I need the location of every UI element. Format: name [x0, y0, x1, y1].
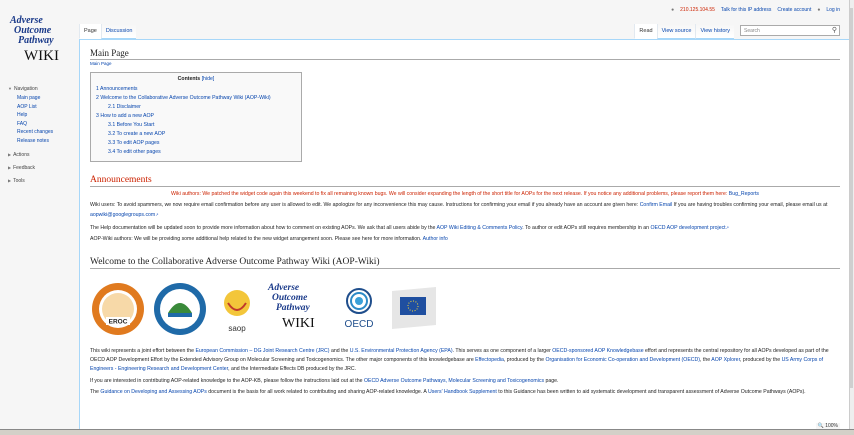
sidebar-item-help[interactable]: Help: [8, 111, 74, 120]
page-subtitle-link[interactable]: Main Page: [90, 61, 840, 66]
external-link-icon: ↗: [725, 224, 729, 230]
eu-logo[interactable]: [388, 281, 440, 337]
eroc-logo-text: EROC: [109, 319, 128, 326]
external-link-icon: ↗: [155, 212, 159, 218]
talk-link[interactable]: Talk for this IP address: [721, 7, 772, 13]
toc-item[interactable]: 3.1 Before You Start: [96, 121, 296, 130]
widget-notice: AOP-Wiki authors: We will be providing s…: [90, 235, 448, 242]
toc-hide-link[interactable]: [hide]: [202, 76, 215, 82]
expand-right-icon: ▶: [8, 164, 12, 170]
page-title: Main Page: [90, 48, 840, 60]
status-bar: [0, 429, 854, 435]
actions-heading[interactable]: ▶ Actions: [8, 151, 74, 159]
expand-down-icon: ▼: [8, 86, 12, 91]
toc-item[interactable]: 3.3 To edit AOP pages: [96, 139, 296, 148]
logo-line4: WIKI: [24, 48, 59, 64]
partner-logo-line1: Adverse: [267, 283, 300, 293]
handbook-link[interactable]: Users' Handbook Supplement: [428, 389, 497, 395]
vertical-scrollbar[interactable]: [849, 0, 854, 429]
policy-link[interactable]: AOP Wiki Editing & Comments Policy: [437, 225, 523, 231]
epa-link[interactable]: U.S. Environmental Protection Agency (EP…: [350, 348, 453, 354]
lock-icon: ●: [817, 7, 821, 13]
expand-right-icon: ▶: [8, 177, 12, 183]
welcome-paragraph-1: This wiki represents a joint effort betw…: [90, 348, 829, 373]
search-placeholder: Search: [744, 28, 760, 34]
site-logo[interactable]: Adverse Outcome Pathway WIKI: [8, 14, 72, 66]
toc-item[interactable]: 3.2 To create a new AOP: [96, 130, 296, 139]
saop-logo-text: saop: [228, 324, 246, 333]
navigation-heading[interactable]: ▼ Navigation: [8, 86, 74, 92]
oecd-aop-link[interactable]: OECD Adverse Outcome Pathways, Molecular…: [364, 378, 544, 384]
epa-logo[interactable]: [152, 281, 208, 337]
help-notice: The Help documentation will be updated s…: [90, 224, 729, 231]
effectopedia-link[interactable]: Effectopedia: [475, 357, 504, 363]
jrc-link[interactable]: European Commission – DG Joint Research …: [195, 348, 329, 354]
oecd-org-link[interactable]: Organisation for Economic Co-operation a…: [545, 357, 700, 363]
email-link[interactable]: aopwiki@googlegroups.com: [90, 212, 155, 218]
aop-wiki-logo: Adverse Outcome Pathway WIKI: [9, 15, 59, 64]
partner-logos: EROC saop Adverse Outcome Pathway WIKI O…: [90, 279, 840, 339]
toc-item[interactable]: 3.4 To edit other pages: [96, 148, 296, 157]
expand-right-icon: ▶: [8, 151, 12, 157]
search-input[interactable]: Search ⚲: [740, 25, 840, 36]
sidebar-item-main-page[interactable]: Main page: [8, 94, 74, 103]
eroc-logo[interactable]: EROC: [90, 281, 146, 337]
login-link[interactable]: Log in: [826, 7, 840, 13]
welcome-paragraph-2: If you are interested in contributing AO…: [90, 377, 559, 384]
red-notice: Wiki authors: We patched the widget code…: [170, 191, 760, 197]
namespace-tabs: Page Discussion: [79, 24, 137, 39]
oecd-dev-project-link[interactable]: OECD AOP development project: [650, 225, 725, 231]
tab-view-history[interactable]: View history: [695, 24, 734, 39]
sidebar: ▼ Navigation Main page AOP List Help FAQ …: [8, 86, 74, 187]
partner-logo-line4: WIKI: [282, 316, 315, 331]
tools-heading[interactable]: ▶ Tools: [8, 177, 74, 185]
view-tabs: Read View source View history: [634, 24, 734, 39]
create-account-link[interactable]: Create account: [777, 7, 811, 13]
confirm-email-link[interactable]: Confirm Email: [640, 202, 673, 208]
aop-wiki-partner-logo[interactable]: Adverse Outcome Pathway WIKI: [266, 281, 330, 337]
oecd-logo-text: OECD: [345, 319, 374, 330]
personal-tools: ● 210.125.104.55 Talk for this IP addres…: [671, 7, 840, 13]
oecd-logo[interactable]: OECD: [336, 281, 382, 337]
welcome-heading: Welcome to the Collaborative Adverse Out…: [90, 257, 840, 270]
toc-item[interactable]: 2.1 Disclaimer: [96, 103, 296, 112]
main-content: Main Page Main Page Contents [hide] 1 An…: [79, 39, 850, 435]
ip-address-link[interactable]: 210.125.104.55: [680, 7, 715, 13]
sidebar-item-faq[interactable]: FAQ: [8, 120, 74, 129]
toc-item[interactable]: 3 How to add a new AOP: [96, 112, 296, 121]
search-icon[interactable]: ⚲: [832, 26, 837, 34]
partner-logo-line3: Pathway: [276, 303, 311, 313]
email-notice: Wiki users: To avoid spammers, we now re…: [90, 202, 828, 219]
aop-xplorer-link[interactable]: AOP Xplorer: [711, 357, 740, 363]
announcements-heading: Announcements: [90, 175, 840, 187]
guidance-link[interactable]: Guidance on Developing and Assessing AOP…: [100, 389, 206, 395]
table-of-contents: Contents [hide] 1 Announcements 2 Welcom…: [90, 72, 302, 162]
partner-logo-line2: Outcome: [272, 293, 308, 303]
logo-line3: Pathway: [18, 35, 54, 46]
tab-view-source[interactable]: View source: [656, 24, 696, 39]
welcome-paragraph-3: The Guidance on Developing and Assessing…: [90, 388, 806, 395]
tab-discussion[interactable]: Discussion: [100, 24, 137, 39]
sidebar-item-aop-list[interactable]: AOP List: [8, 103, 74, 112]
toc-item[interactable]: 1 Announcements: [96, 85, 296, 94]
tab-page[interactable]: Page: [79, 24, 101, 39]
tab-read[interactable]: Read: [634, 24, 657, 39]
scrollbar-thumb[interactable]: [850, 8, 853, 388]
oecd-kb-link[interactable]: OECD-sponsored AOP Knowledgebase: [552, 348, 643, 354]
feedback-heading[interactable]: ▶ Feedback: [8, 164, 74, 172]
sidebar-item-release-notes[interactable]: Release notes: [8, 137, 74, 146]
toc-title: Contents [hide]: [177, 76, 215, 82]
toc-item[interactable]: 2 Welcome to the Collaborative Adverse O…: [96, 94, 296, 103]
user-icon: ●: [671, 7, 675, 13]
bug-reports-link[interactable]: Bug_Reports: [729, 191, 759, 197]
sidebar-item-recent-changes[interactable]: Recent changes: [8, 128, 74, 137]
saop-logo[interactable]: saop: [214, 281, 260, 337]
author-info-link[interactable]: Author info: [423, 236, 448, 242]
